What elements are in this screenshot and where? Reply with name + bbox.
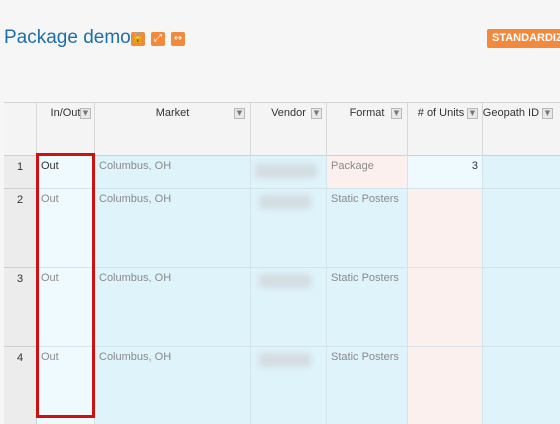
cell-vendor[interactable] — [251, 268, 327, 347]
standardize-button[interactable]: STANDARDIZE — [487, 29, 560, 48]
page-title: Package demo — [4, 27, 131, 48]
expand-icon[interactable]: ⤢ — [151, 32, 165, 46]
cell-vendor[interactable] — [251, 156, 327, 189]
filter-icon[interactable]: ▼ — [311, 108, 322, 119]
filter-icon[interactable]: ▼ — [234, 108, 245, 119]
cell-vendor[interactable] — [251, 347, 327, 424]
cell-geopath[interactable] — [483, 156, 560, 189]
cell-geopath[interactable] — [483, 347, 560, 424]
toolbar: Package demo 🔓 ⤢ ↔ STANDARDIZE — [0, 0, 560, 102]
column-header-geopath[interactable]: Geopath ID # ▼ — [483, 103, 560, 156]
cell-market[interactable]: Columbus, OH — [95, 189, 251, 268]
cell-geopath[interactable] — [483, 268, 560, 347]
cell-format[interactable]: Static Posters — [327, 268, 408, 347]
cell-units[interactable] — [408, 189, 483, 268]
redacted-text — [259, 274, 311, 288]
filter-icon[interactable]: ▼ — [80, 108, 91, 119]
cell-market[interactable]: Columbus, OH — [95, 268, 251, 347]
cell-market[interactable]: Columbus, OH — [95, 156, 251, 189]
row-number: 1 — [4, 156, 37, 189]
lock-open-icon[interactable]: 🔓 — [131, 32, 145, 46]
selection-highlight — [36, 153, 95, 418]
cell-format[interactable]: Package — [327, 156, 408, 189]
row-number: 4 — [4, 347, 37, 424]
cell-format[interactable]: Static Posters — [327, 189, 408, 268]
resize-horizontal-icon[interactable]: ↔ — [171, 32, 185, 46]
filter-icon[interactable]: ▼ — [542, 108, 553, 119]
redacted-text — [255, 164, 317, 178]
cell-units[interactable]: 3 — [408, 156, 483, 189]
cell-geopath[interactable] — [483, 189, 560, 268]
row-number: 3 — [4, 268, 37, 347]
cell-units[interactable] — [408, 268, 483, 347]
cell-vendor[interactable] — [251, 189, 327, 268]
column-header-format[interactable]: Format ▼ — [327, 103, 408, 156]
redacted-text — [259, 353, 311, 367]
column-header-market[interactable]: Market ▼ — [95, 103, 251, 156]
row-number: 2 — [4, 189, 37, 268]
cell-units[interactable] — [408, 347, 483, 424]
column-header-vendor[interactable]: Vendor ▼ — [251, 103, 327, 156]
corner-header — [4, 103, 37, 156]
cell-market[interactable]: Columbus, OH — [95, 347, 251, 424]
column-header-inout[interactable]: In/Out ▼ — [37, 103, 95, 156]
cell-format[interactable]: Static Posters — [327, 347, 408, 424]
redacted-text — [259, 195, 311, 209]
